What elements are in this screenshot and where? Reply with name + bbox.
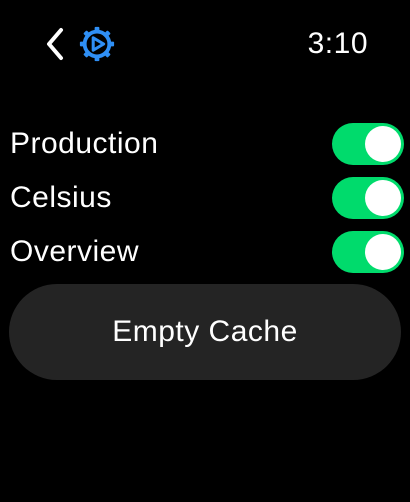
production-toggle[interactable] <box>332 123 404 165</box>
setting-label-celsius: Celsius <box>10 181 112 214</box>
empty-cache-button[interactable]: Empty Cache <box>9 284 401 380</box>
back-button[interactable] <box>38 24 72 64</box>
setting-label-overview: Overview <box>10 235 140 268</box>
toggle-knob <box>365 180 401 216</box>
setting-row-production[interactable]: Production <box>0 117 410 171</box>
gear-play-icon <box>79 26 115 62</box>
toggle-knob <box>365 126 401 162</box>
setting-row-celsius[interactable]: Celsius <box>0 171 410 225</box>
clock: 3:10 <box>307 27 368 60</box>
chevron-left-icon <box>47 28 63 60</box>
settings-list: Production Celsius Overview <box>0 117 410 279</box>
overview-toggle[interactable] <box>332 231 404 273</box>
setting-row-overview[interactable]: Overview <box>0 225 410 279</box>
empty-cache-label: Empty Cache <box>112 315 298 348</box>
setting-label-production: Production <box>10 127 159 160</box>
toggle-knob <box>365 234 401 270</box>
status-bar: 3:10 <box>0 0 410 90</box>
celsius-toggle[interactable] <box>332 177 404 219</box>
